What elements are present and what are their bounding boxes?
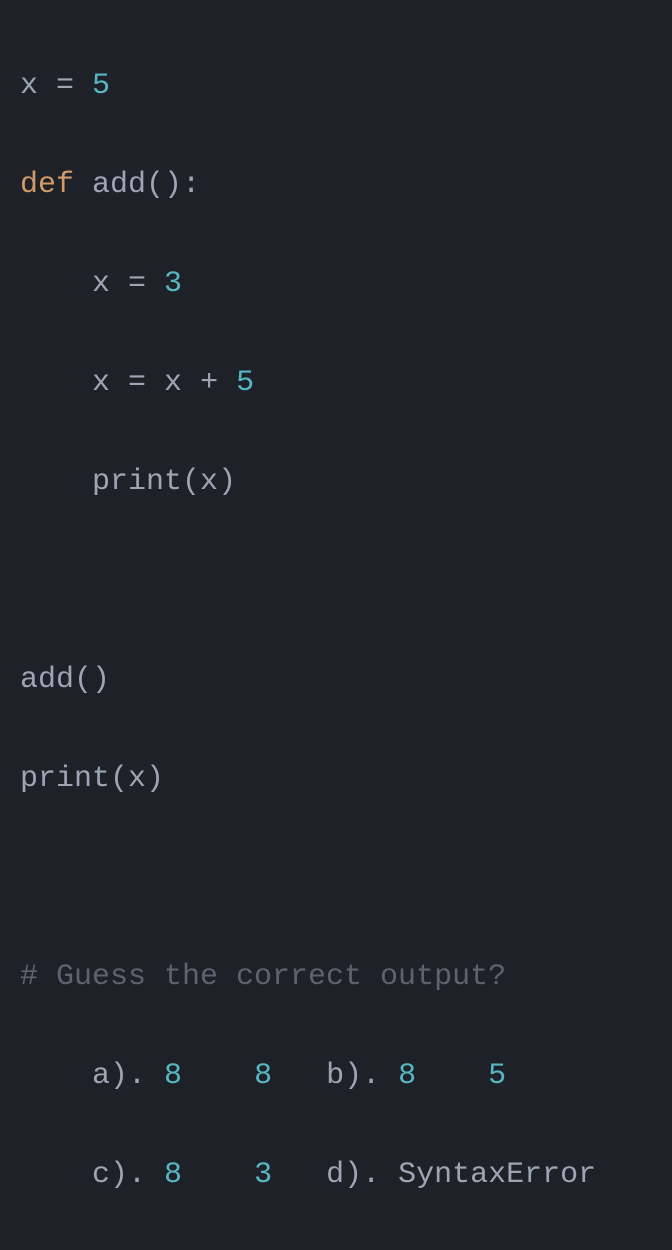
blank-line — [20, 854, 652, 904]
answer-b-value-2: 5 — [488, 1059, 506, 1093]
variable-x: x — [92, 366, 110, 400]
function-call: add — [20, 663, 74, 697]
variable-x: x — [200, 465, 218, 499]
answer-b-value-1: 8 — [398, 1059, 416, 1093]
gap — [182, 1059, 254, 1093]
answer-d-label: d). — [326, 1158, 398, 1192]
indent — [20, 1059, 92, 1093]
function-name: add — [92, 168, 146, 202]
code-line-1: x = 5 — [20, 62, 652, 112]
answer-a-value-1: 8 — [164, 1059, 182, 1093]
indent — [20, 267, 92, 301]
colon: : — [182, 168, 200, 202]
answer-a-value-2: 8 — [254, 1059, 272, 1093]
code-line-4: x = x + 5 — [20, 359, 652, 409]
indent — [20, 465, 92, 499]
answers-row-1: a). 8 8 b). 8 5 — [20, 1052, 652, 1102]
open-paren: ( — [182, 465, 200, 499]
print-function: print — [92, 465, 182, 499]
gap — [182, 1158, 254, 1192]
indent — [20, 366, 92, 400]
number-literal: 5 — [92, 69, 110, 103]
parentheses: () — [74, 663, 110, 697]
comment-text: # Guess the correct output? — [20, 960, 506, 994]
number-literal: 5 — [236, 366, 254, 400]
parentheses: () — [146, 168, 182, 202]
code-line-3: x = 3 — [20, 260, 652, 310]
code-line-7: print(x) — [20, 755, 652, 805]
close-paren: ) — [218, 465, 236, 499]
answer-a-label: a). — [92, 1059, 164, 1093]
variable-x: x — [128, 762, 146, 796]
number-literal: 3 — [164, 267, 182, 301]
answer-c-value-1: 8 — [164, 1158, 182, 1192]
gap — [272, 1059, 326, 1093]
indent — [20, 1158, 92, 1192]
print-function: print — [20, 762, 110, 796]
equals-operator: = — [110, 366, 164, 400]
variable-x: x — [164, 366, 182, 400]
close-paren: ) — [146, 762, 164, 796]
open-paren: ( — [110, 762, 128, 796]
gap — [416, 1059, 488, 1093]
plus-operator: + — [182, 366, 236, 400]
def-keyword: def — [20, 168, 74, 202]
answer-b-label: b). — [326, 1059, 398, 1093]
answer-d-value: SyntaxError — [398, 1158, 596, 1192]
variable-x: x — [20, 69, 38, 103]
answers-row-2: c). 8 3 d). SyntaxError — [20, 1151, 652, 1201]
blank-line — [20, 557, 652, 607]
variable-x: x — [92, 267, 110, 301]
code-line-6: add() — [20, 656, 652, 706]
code-line-2: def add(): — [20, 161, 652, 211]
answer-c-label: c). — [92, 1158, 164, 1192]
answer-c-value-2: 3 — [254, 1158, 272, 1192]
code-snippet: x = 5 def add(): x = 3 x = x + 5 print(x… — [20, 12, 652, 1250]
equals-operator: = — [110, 267, 164, 301]
space — [74, 168, 92, 202]
code-line-5: print(x) — [20, 458, 652, 508]
question-comment: # Guess the correct output? — [20, 953, 652, 1003]
gap — [272, 1158, 326, 1192]
equals-operator: = — [38, 69, 92, 103]
